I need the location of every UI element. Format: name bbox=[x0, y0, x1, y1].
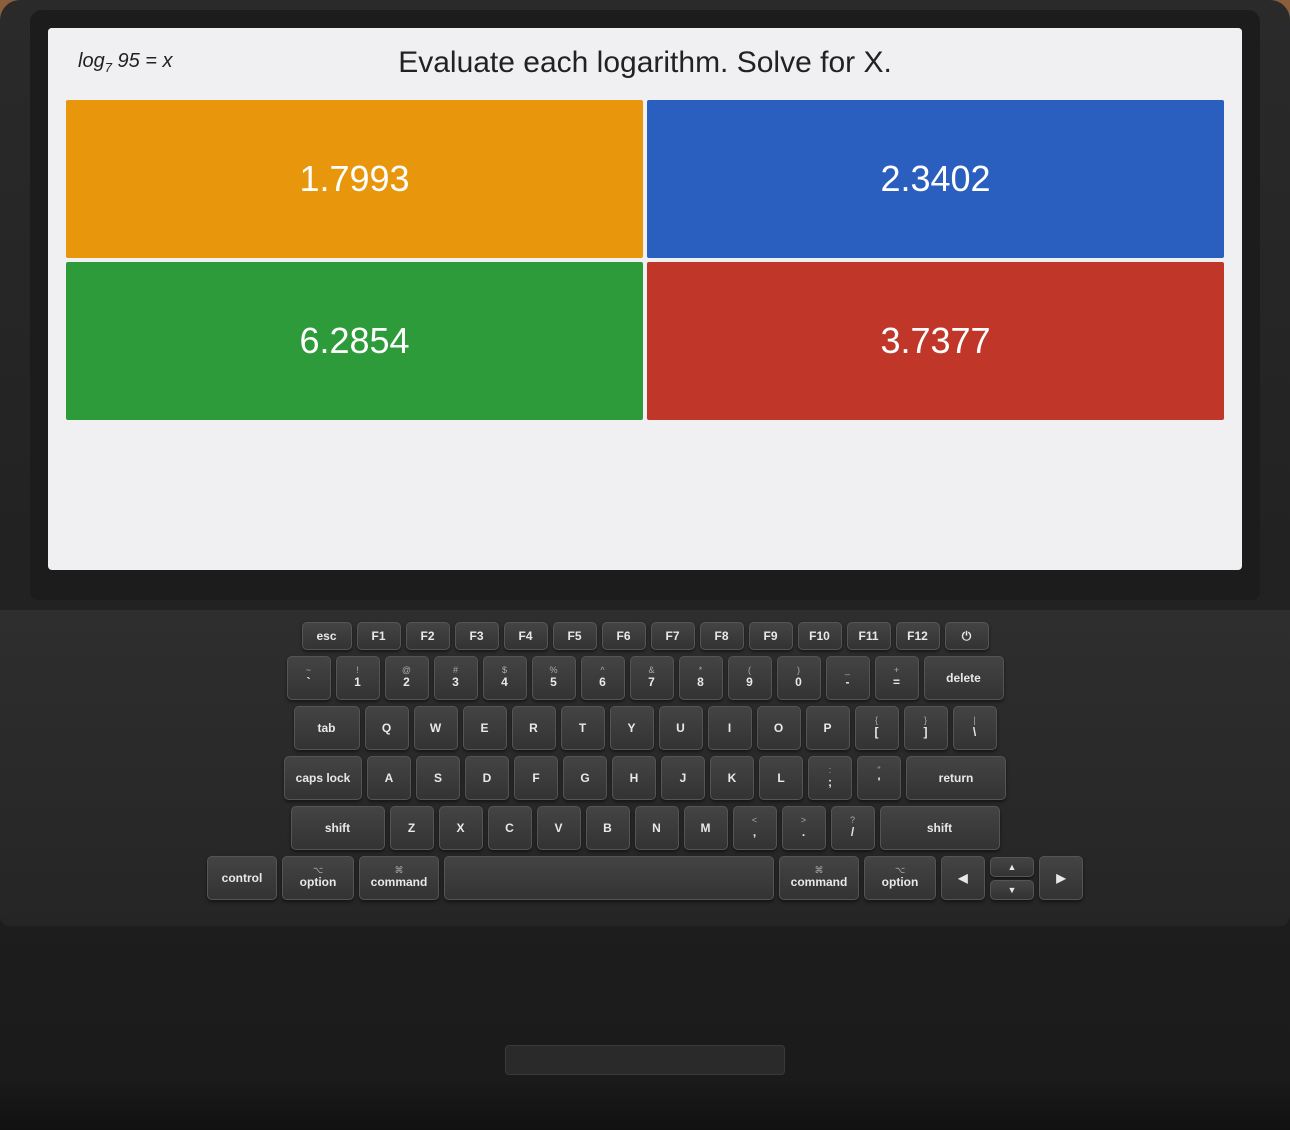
key-4[interactable]: $4 bbox=[483, 656, 527, 700]
key-h[interactable]: H bbox=[612, 756, 656, 800]
screen-title: Evaluate each logarithm. Solve for X. bbox=[238, 46, 1212, 80]
trackpad[interactable] bbox=[505, 1045, 785, 1075]
key-r[interactable]: R bbox=[512, 706, 556, 750]
screen-header: log7 95 = x Evaluate each logarithm. Sol… bbox=[48, 28, 1242, 90]
key-9[interactable]: (9 bbox=[728, 656, 772, 700]
zxcv-row: shift Z X C V B N M <, >. ?/ shift bbox=[30, 806, 1260, 850]
key-x[interactable]: X bbox=[439, 806, 483, 850]
key-f11[interactable]: F11 bbox=[847, 622, 891, 650]
key-power[interactable]: ⏻ bbox=[945, 622, 989, 650]
key-1[interactable]: !1 bbox=[336, 656, 380, 700]
key-equals[interactable]: += bbox=[875, 656, 919, 700]
option-c[interactable]: 6.2854 bbox=[66, 262, 643, 420]
key-s[interactable]: S bbox=[416, 756, 460, 800]
key-2[interactable]: @2 bbox=[385, 656, 429, 700]
key-p[interactable]: P bbox=[806, 706, 850, 750]
key-l[interactable]: L bbox=[759, 756, 803, 800]
key-control[interactable]: control bbox=[207, 856, 277, 900]
option-b[interactable]: 2.3402 bbox=[647, 100, 1224, 258]
key-arrow-left[interactable]: ◀ bbox=[941, 856, 985, 900]
fn-row: esc F1 F2 F3 F4 F5 F6 F7 F8 F9 F10 F11 F… bbox=[30, 622, 1260, 650]
bottom-row: control ⌥option ⌘command ⌘command ⌥optio… bbox=[30, 856, 1260, 900]
key-period[interactable]: >. bbox=[782, 806, 826, 850]
key-5[interactable]: %5 bbox=[532, 656, 576, 700]
key-minus[interactable]: _- bbox=[826, 656, 870, 700]
key-b[interactable]: B bbox=[586, 806, 630, 850]
key-v[interactable]: V bbox=[537, 806, 581, 850]
key-delete[interactable]: delete bbox=[924, 656, 1004, 700]
key-d[interactable]: D bbox=[465, 756, 509, 800]
key-q[interactable]: Q bbox=[365, 706, 409, 750]
key-f4[interactable]: F4 bbox=[504, 622, 548, 650]
option-d[interactable]: 3.7377 bbox=[647, 262, 1224, 420]
math-expression: log7 95 = x bbox=[78, 46, 238, 75]
laptop-body: log7 95 = x Evaluate each logarithm. Sol… bbox=[0, 0, 1290, 1130]
number-row: ~` !1 @2 #3 $4 %5 ^6 &7 *8 (9 )0 _- += d… bbox=[30, 656, 1260, 700]
key-g[interactable]: G bbox=[563, 756, 607, 800]
key-u[interactable]: U bbox=[659, 706, 703, 750]
key-f[interactable]: F bbox=[514, 756, 558, 800]
key-3[interactable]: #3 bbox=[434, 656, 478, 700]
key-arrow-down[interactable]: ▼ bbox=[990, 880, 1034, 900]
key-f10[interactable]: F10 bbox=[798, 622, 842, 650]
key-7[interactable]: &7 bbox=[630, 656, 674, 700]
key-space[interactable] bbox=[444, 856, 774, 900]
key-option-right[interactable]: ⌥option bbox=[864, 856, 936, 900]
key-a[interactable]: A bbox=[367, 756, 411, 800]
qwerty-row: tab Q W E R T Y U I O P {[ }] |\ bbox=[30, 706, 1260, 750]
key-f7[interactable]: F7 bbox=[651, 622, 695, 650]
key-t[interactable]: T bbox=[561, 706, 605, 750]
key-command-right[interactable]: ⌘command bbox=[779, 856, 859, 900]
key-i[interactable]: I bbox=[708, 706, 752, 750]
key-6[interactable]: ^6 bbox=[581, 656, 625, 700]
key-f6[interactable]: F6 bbox=[602, 622, 646, 650]
key-y[interactable]: Y bbox=[610, 706, 654, 750]
key-w[interactable]: W bbox=[414, 706, 458, 750]
key-comma[interactable]: <, bbox=[733, 806, 777, 850]
asdf-row: caps lock A S D F G H J K L :; "' return bbox=[30, 756, 1260, 800]
key-arrow-up[interactable]: ▲ bbox=[990, 857, 1034, 877]
key-return[interactable]: return bbox=[906, 756, 1006, 800]
key-f1[interactable]: F1 bbox=[357, 622, 401, 650]
answer-grid: 1.7993 2.3402 6.2854 3.7377 bbox=[66, 100, 1224, 420]
key-shift-left[interactable]: shift bbox=[291, 806, 385, 850]
key-f3[interactable]: F3 bbox=[455, 622, 499, 650]
option-a[interactable]: 1.7993 bbox=[66, 100, 643, 258]
key-8[interactable]: *8 bbox=[679, 656, 723, 700]
key-command-left[interactable]: ⌘command bbox=[359, 856, 439, 900]
screen-display: log7 95 = x Evaluate each logarithm. Sol… bbox=[48, 28, 1242, 570]
screen-bezel: log7 95 = x Evaluate each logarithm. Sol… bbox=[30, 10, 1260, 600]
key-backtick[interactable]: ~` bbox=[287, 656, 331, 700]
key-z[interactable]: Z bbox=[390, 806, 434, 850]
key-f12[interactable]: F12 bbox=[896, 622, 940, 650]
key-arrow-right[interactable]: ▶ bbox=[1039, 856, 1083, 900]
key-f8[interactable]: F8 bbox=[700, 622, 744, 650]
key-0[interactable]: )0 bbox=[777, 656, 821, 700]
key-f5[interactable]: F5 bbox=[553, 622, 597, 650]
key-semicolon[interactable]: :; bbox=[808, 756, 852, 800]
key-bracket-left[interactable]: {[ bbox=[855, 706, 899, 750]
key-c[interactable]: C bbox=[488, 806, 532, 850]
key-backslash[interactable]: |\ bbox=[953, 706, 997, 750]
laptop-bottom bbox=[0, 1080, 1290, 1130]
key-shift-right[interactable]: shift bbox=[880, 806, 1000, 850]
key-m[interactable]: M bbox=[684, 806, 728, 850]
key-j[interactable]: J bbox=[661, 756, 705, 800]
key-f2[interactable]: F2 bbox=[406, 622, 450, 650]
key-k[interactable]: K bbox=[710, 756, 754, 800]
key-option-left[interactable]: ⌥option bbox=[282, 856, 354, 900]
key-capslock[interactable]: caps lock bbox=[284, 756, 362, 800]
key-o[interactable]: O bbox=[757, 706, 801, 750]
key-tab[interactable]: tab bbox=[294, 706, 360, 750]
key-f9[interactable]: F9 bbox=[749, 622, 793, 650]
key-e[interactable]: E bbox=[463, 706, 507, 750]
key-bracket-right[interactable]: }] bbox=[904, 706, 948, 750]
key-quote[interactable]: "' bbox=[857, 756, 901, 800]
keyboard: esc F1 F2 F3 F4 F5 F6 F7 F8 F9 F10 F11 F… bbox=[0, 610, 1290, 926]
key-esc[interactable]: esc bbox=[302, 622, 352, 650]
key-n[interactable]: N bbox=[635, 806, 679, 850]
key-slash[interactable]: ?/ bbox=[831, 806, 875, 850]
